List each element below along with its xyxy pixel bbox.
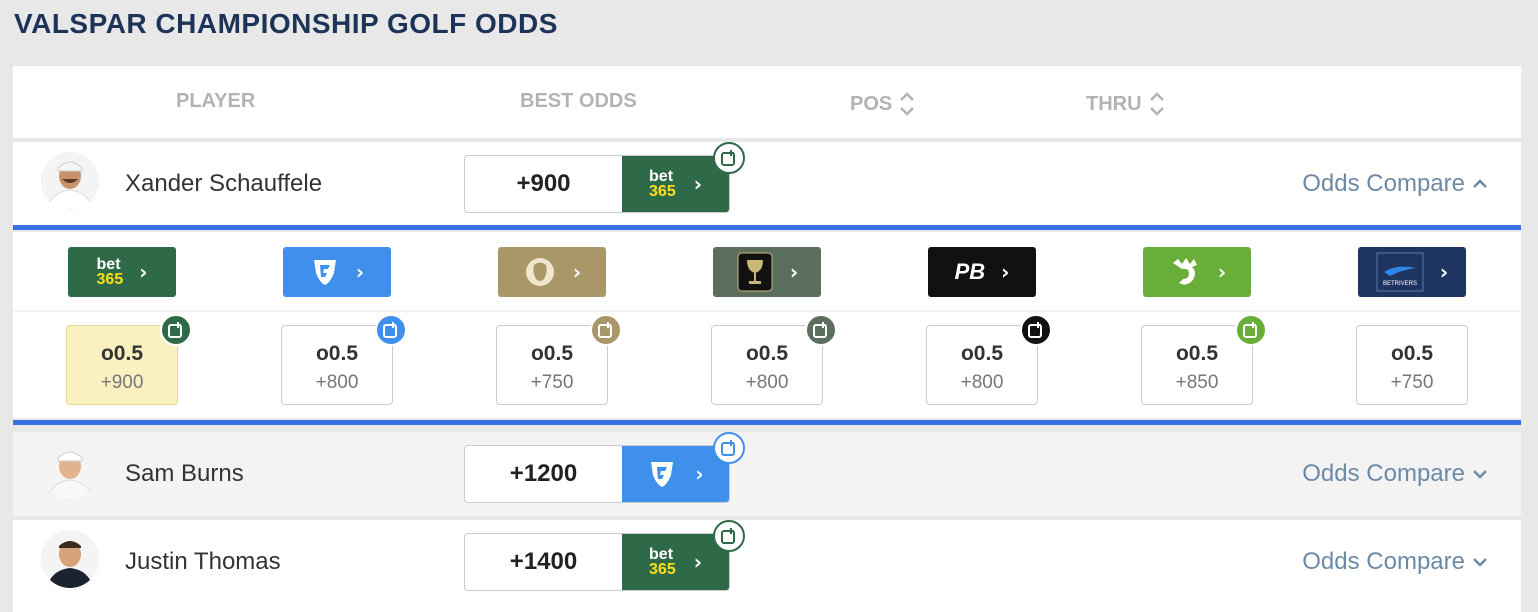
odds-compare-toggle[interactable]: Odds Compare <box>1302 170 1489 198</box>
chevron-right-icon: › <box>695 462 704 486</box>
player-name: Justin Thomas <box>125 548 281 575</box>
chevron-right-icon: › <box>1439 260 1449 284</box>
sort-icon[interactable] <box>1148 90 1166 118</box>
pointsbet-logo: PB <box>954 259 986 284</box>
bet365-book-button[interactable]: bet 365 › <box>68 247 176 297</box>
betmgm-lion-icon <box>525 258 554 286</box>
chevron-down-icon <box>1473 558 1487 567</box>
chevron-right-icon: › <box>789 260 799 284</box>
bet365-book-button[interactable]: bet 365 › <box>622 534 729 590</box>
add-to-betslip-icon[interactable] <box>160 314 192 346</box>
add-to-betslip-icon[interactable] <box>590 314 622 346</box>
pos-label: POS <box>850 92 893 115</box>
chevron-right-icon: › <box>693 172 702 196</box>
page-title: VALSPAR CHAMPIONSHIP GOLF ODDS <box>14 8 558 39</box>
fanduel-book-button[interactable]: › <box>622 446 729 502</box>
chevron-right-icon: › <box>355 260 365 284</box>
bet365-logo: bet 365 <box>96 256 124 288</box>
chevron-right-icon: › <box>1001 260 1010 284</box>
add-to-betslip-icon[interactable] <box>1235 314 1267 346</box>
thru-label: THRU <box>1086 92 1142 115</box>
table-row[interactable]: Sam Burns +1200 › Odds Compare <box>13 432 1521 516</box>
table-row[interactable]: Xander Schauffele +900 bet 365 › Odds Com… <box>13 142 1521 226</box>
odds-compare-panel: bet 365 › › › › PB › › BETRIVERS › o0.5 +… <box>13 232 1521 418</box>
player-column-header: PLAYER <box>176 90 256 112</box>
chevron-right-icon: › <box>572 260 582 284</box>
draftkings-book-button[interactable]: › <box>1143 247 1251 297</box>
betmgm-book-button[interactable]: › <box>498 247 606 297</box>
avatar <box>41 530 99 588</box>
add-to-betslip-icon[interactable] <box>805 314 837 346</box>
table-row[interactable]: Justin Thomas +1400 bet 365 › Odds Compar… <box>13 520 1521 604</box>
prop-odds-card[interactable]: o0.5 +750 <box>1356 325 1468 405</box>
chevron-right-icon: › <box>139 260 148 284</box>
best-odds-value: +1200 <box>509 460 578 487</box>
add-to-betslip-icon[interactable] <box>1020 314 1052 346</box>
bet365-logo: bet 365 <box>649 168 676 200</box>
pos-column-header[interactable]: POS <box>850 90 916 118</box>
table-header: PLAYER BEST ODDS POS THRU <box>13 66 1521 138</box>
add-to-betslip-icon[interactable] <box>713 432 745 464</box>
add-to-betslip-icon[interactable] <box>375 314 407 346</box>
bet365-logo: bet 365 <box>649 546 676 578</box>
caesars-book-button[interactable]: › <box>713 247 821 297</box>
player-name: Sam Burns <box>125 460 244 487</box>
fanduel-book-button[interactable]: › <box>283 247 391 297</box>
thru-column-header[interactable]: THRU <box>1086 90 1166 118</box>
best-odds-value: +1400 <box>509 548 578 575</box>
add-to-betslip-icon[interactable] <box>713 520 745 552</box>
best-odds-value: +900 <box>516 170 571 197</box>
best-odds-button[interactable]: +900 bet 365 › <box>464 155 730 213</box>
chevron-up-icon <box>1473 179 1487 188</box>
odds-compare-toggle[interactable]: Odds Compare <box>1302 460 1489 488</box>
avatar <box>41 442 99 500</box>
pointsbet-book-button[interactable]: PB › <box>928 247 1036 297</box>
svg-text:BETRIVERS: BETRIVERS <box>1383 281 1417 287</box>
expanded-divider <box>13 225 1521 230</box>
avatar <box>41 152 99 210</box>
player-name: Xander Schauffele <box>125 170 323 197</box>
caesars-goblet-icon <box>737 252 773 292</box>
best-odds-button[interactable]: +1400 bet 365 › <box>464 533 730 591</box>
add-to-betslip-icon[interactable] <box>713 142 745 174</box>
best-odds-column-header: BEST ODDS <box>520 90 637 112</box>
bet365-book-button[interactable]: bet 365 › <box>622 156 729 212</box>
next-row-partial <box>13 604 1521 612</box>
sort-icon[interactable] <box>898 90 916 118</box>
betrivers-book-button[interactable]: BETRIVERS › <box>1358 247 1466 297</box>
fanduel-logo-icon <box>313 260 336 285</box>
expanded-divider <box>13 420 1521 425</box>
best-odds-button[interactable]: +1200 › <box>464 445 730 503</box>
draftkings-crown-icon <box>1172 258 1197 285</box>
betrivers-logo-icon: BETRIVERS <box>1376 252 1424 292</box>
chevron-down-icon <box>1473 470 1487 479</box>
chevron-right-icon: › <box>1217 260 1227 284</box>
chevron-right-icon: › <box>693 550 702 574</box>
fanduel-logo-icon <box>651 462 674 487</box>
odds-compare-toggle[interactable]: Odds Compare <box>1302 548 1489 576</box>
